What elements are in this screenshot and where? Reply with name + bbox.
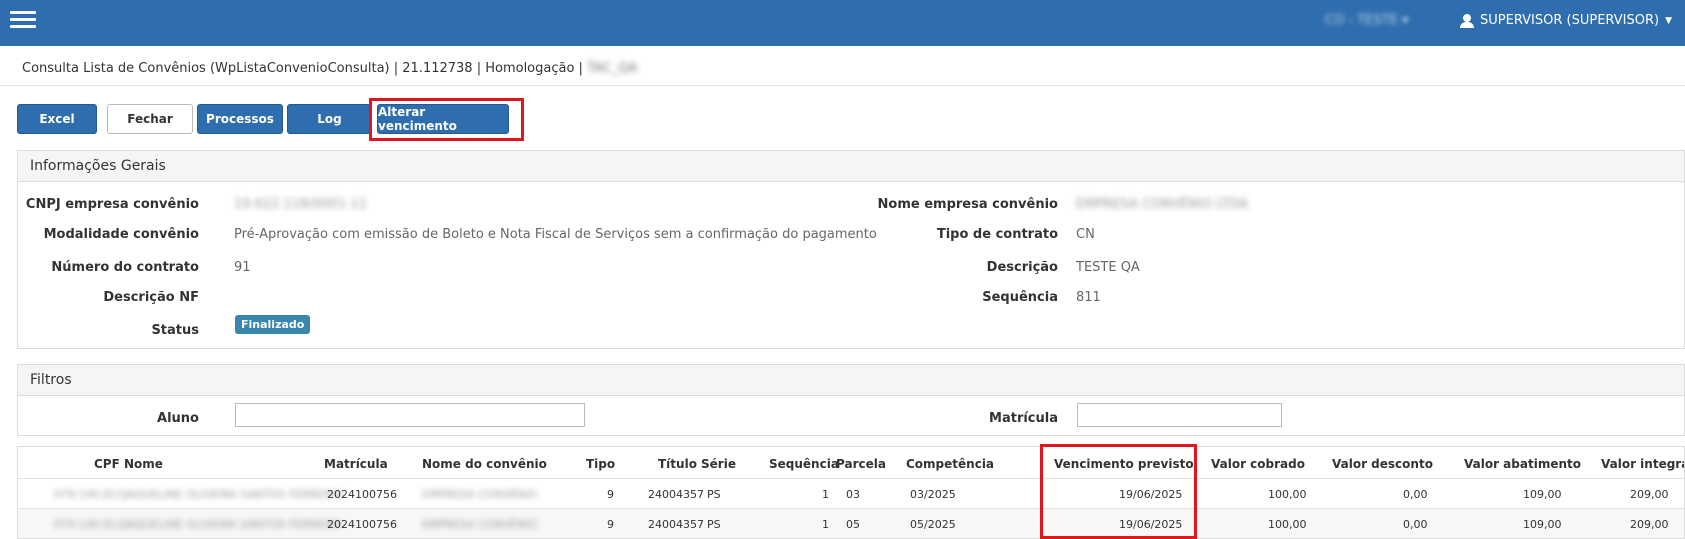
sequence-value: 811 xyxy=(1076,290,1101,305)
col-header-total[interactable]: Valor integral xyxy=(1601,457,1684,471)
col-header-amount-charged[interactable]: Valor cobrado xyxy=(1211,457,1305,471)
cell-total: 209,00 xyxy=(1630,488,1669,501)
user-name: SUPERVISOR (SUPERVISOR) xyxy=(1480,13,1660,28)
cell-cpf: 079.140.813 xyxy=(54,518,124,531)
cell-installment: 05 xyxy=(846,518,860,531)
cell-cpf: 079.140.813 xyxy=(54,488,124,501)
panel-heading: Informações Gerais xyxy=(18,151,1684,182)
contract-number-label: Número do contrato xyxy=(51,260,199,275)
panel-heading: Filtros xyxy=(18,365,1684,396)
col-header-sequence[interactable]: Sequência xyxy=(769,457,839,471)
highlight-box xyxy=(369,98,524,141)
col-header-title[interactable]: Título xyxy=(658,457,697,471)
highlight-box xyxy=(1040,444,1197,539)
cell-total: 209,00 xyxy=(1630,518,1669,531)
cell-rebate: 109,00 xyxy=(1523,488,1562,501)
cell-agreement: EMPRESA CONVÊNIO xyxy=(422,488,538,501)
col-header-installment[interactable]: Parcela xyxy=(836,457,886,471)
caret-down-icon: ▼ xyxy=(1665,15,1672,26)
cell-competence: 05/2025 xyxy=(910,518,956,531)
student-input[interactable] xyxy=(235,403,585,427)
cell-series: PS xyxy=(707,518,721,531)
cell-discount: 0,00 xyxy=(1403,488,1428,501)
close-button[interactable]: Fechar xyxy=(107,104,193,134)
cell-rebate: 109,00 xyxy=(1523,518,1562,531)
cell-name: JAQUELINE OLIVEIRA SANTOS FERREIRA xyxy=(124,518,343,531)
cell-title: 24004357 xyxy=(648,488,704,501)
company-name-value: EMPRESA CONVÊNIO LTDA xyxy=(1076,197,1249,212)
sequence-label: Sequência xyxy=(982,290,1058,305)
cell-agreement: EMPRESA CONVÊNIO xyxy=(422,518,538,531)
col-header-type[interactable]: Tipo xyxy=(586,457,615,471)
excel-button[interactable]: Excel xyxy=(17,104,97,134)
data-table: CPF Nome Matrícula Nome do convênio Tipo… xyxy=(17,446,1685,539)
registration-label: Matrícula xyxy=(989,411,1058,426)
cell-sequence: 1 xyxy=(822,488,829,501)
cnpj-label: CNPJ empresa convênio xyxy=(25,197,199,212)
cell-amount-charged: 100,00 xyxy=(1268,518,1307,531)
processes-button[interactable]: Processos xyxy=(197,104,283,134)
table-row[interactable]: 079.140.813 JAQUELINE OLIVEIRA SANTOS FE… xyxy=(18,508,1684,538)
cell-name: JAQUELINE OLIVEIRA SANTOS FERREIRA xyxy=(124,488,343,501)
col-header-rebate[interactable]: Valor abatimento xyxy=(1464,457,1581,471)
table-row[interactable]: 079.140.813 JAQUELINE OLIVEIRA SANTOS FE… xyxy=(18,478,1684,508)
cell-registration: 2024100756 xyxy=(327,518,397,531)
cell-type: 9 xyxy=(607,518,614,531)
cnpj-value: 19.622.118/0001-11 xyxy=(234,197,368,212)
description-value: TESTE QA xyxy=(1076,260,1140,275)
col-header-competence[interactable]: Competência xyxy=(906,457,994,471)
user-menu[interactable]: SUPERVISOR (SUPERVISOR) ▼ xyxy=(1460,13,1672,28)
nf-description-label: Descrição NF xyxy=(103,290,199,305)
company-name-label: Nome empresa convênio xyxy=(877,197,1058,212)
cell-series: PS xyxy=(707,488,721,501)
description-label: Descrição xyxy=(986,260,1058,275)
modality-label: Modalidade convênio xyxy=(43,227,199,242)
cell-registration: 2024100756 xyxy=(327,488,397,501)
contract-type-value: CN xyxy=(1076,227,1095,242)
cell-type: 9 xyxy=(607,488,614,501)
user-icon xyxy=(1460,13,1474,28)
student-label: Aluno xyxy=(157,411,199,426)
cell-discount: 0,00 xyxy=(1403,518,1428,531)
log-button[interactable]: Log xyxy=(287,104,372,134)
col-header-discount[interactable]: Valor desconto xyxy=(1332,457,1433,471)
general-info-panel: Informações Gerais CNPJ empresa convênio… xyxy=(17,150,1685,349)
col-header-cpf[interactable]: CPF xyxy=(94,457,120,471)
col-header-name[interactable]: Nome xyxy=(124,457,163,471)
status-label: Status xyxy=(151,323,199,338)
environment-dropdown[interactable]: CO - TESTE ▾ xyxy=(1325,13,1409,28)
cell-competence: 03/2025 xyxy=(910,488,956,501)
status-badge: Finalizado xyxy=(235,315,311,334)
breadcrumb-db: TAC_QA xyxy=(587,61,638,76)
cell-installment: 03 xyxy=(846,488,860,501)
registration-input[interactable] xyxy=(1077,403,1282,427)
contract-number-value: 91 xyxy=(234,260,251,275)
contract-type-label: Tipo de contrato xyxy=(936,227,1058,242)
col-header-agreement[interactable]: Nome do convênio xyxy=(422,457,547,471)
filters-panel: Filtros Aluno Matrícula xyxy=(17,364,1685,436)
cell-amount-charged: 100,00 xyxy=(1268,488,1307,501)
col-header-series[interactable]: Série xyxy=(701,457,736,471)
col-header-registration[interactable]: Matrícula xyxy=(324,457,388,471)
cell-sequence: 1 xyxy=(822,518,829,531)
breadcrumb: Consulta Lista de Convênios (WpListaConv… xyxy=(22,61,637,76)
cell-title: 24004357 xyxy=(648,518,704,531)
breadcrumb-text: Consulta Lista de Convênios (WpListaConv… xyxy=(22,61,583,76)
menu-icon[interactable] xyxy=(10,11,36,31)
top-navbar: CO - TESTE ▾ SUPERVISOR (SUPERVISOR) ▼ xyxy=(0,0,1685,46)
divider xyxy=(0,85,1685,86)
